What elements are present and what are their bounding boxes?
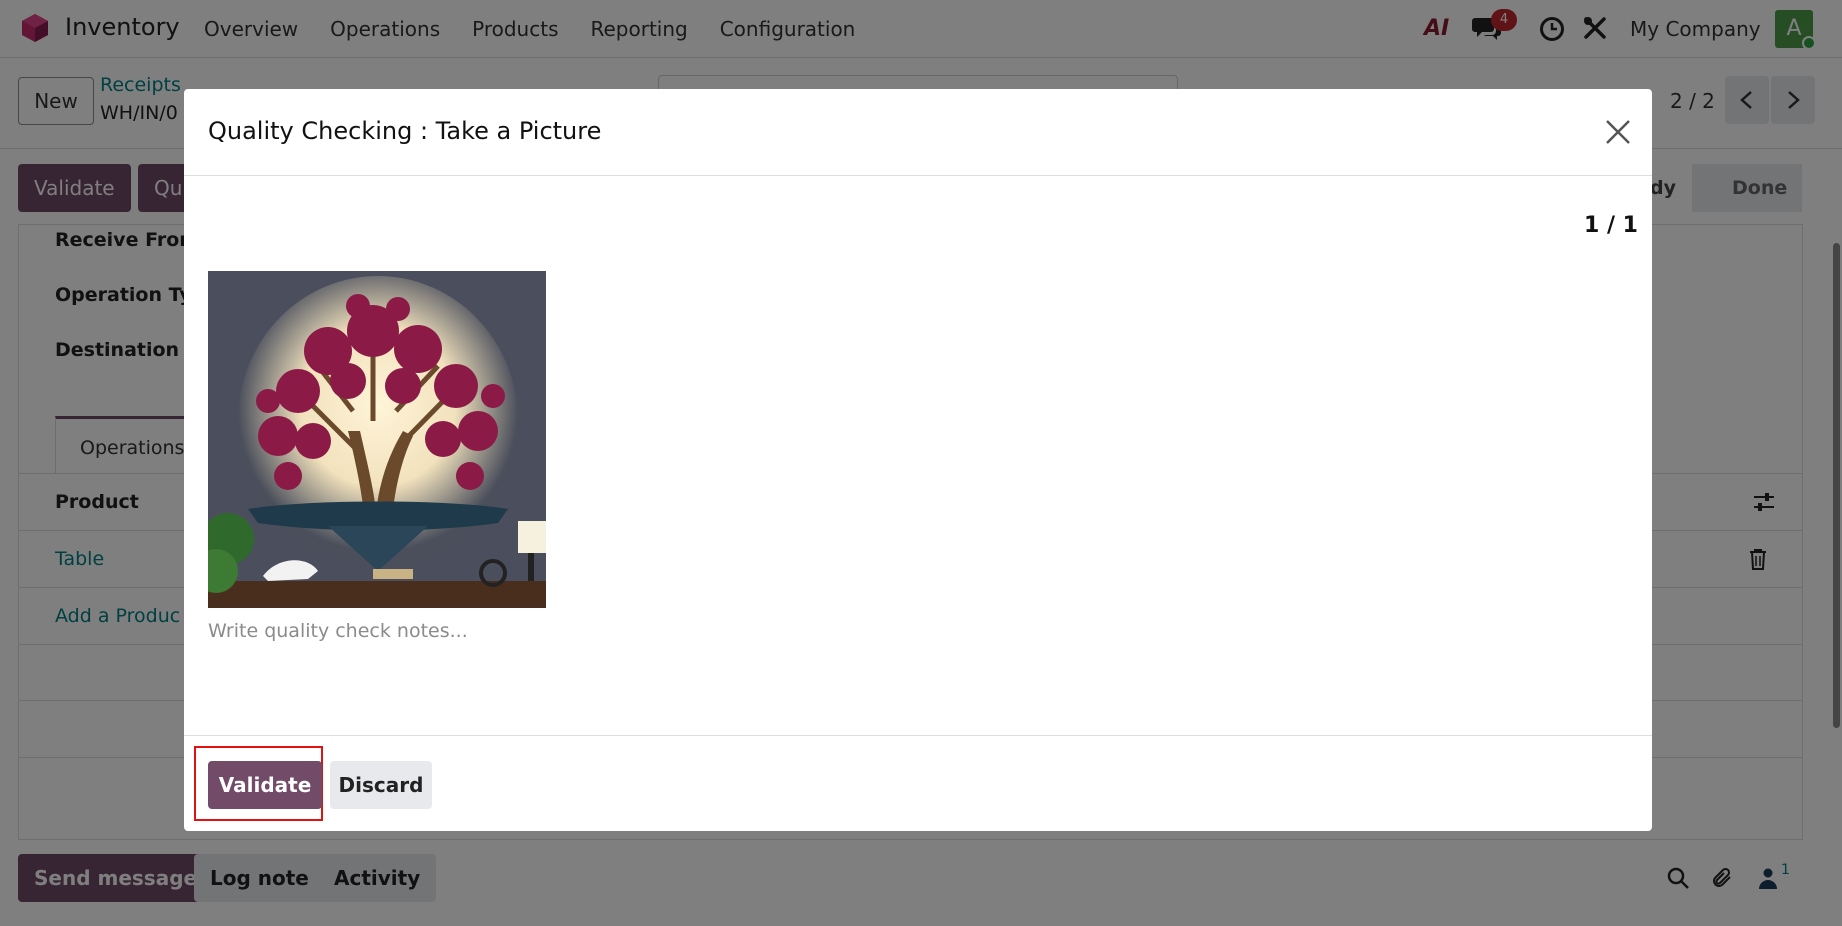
quality-check-dialog: Quality Checking : Take a Picture 1 / 1 bbox=[184, 89, 1652, 831]
dialog-footer: Validate Discard bbox=[184, 735, 1652, 831]
dialog-header: Quality Checking : Take a Picture bbox=[184, 89, 1652, 176]
dialog-title: Quality Checking : Take a Picture bbox=[208, 117, 602, 145]
discard-button[interactable]: Discard bbox=[330, 761, 432, 809]
close-icon[interactable] bbox=[1604, 118, 1632, 146]
check-counter: 1 / 1 bbox=[1584, 213, 1638, 238]
quality-notes-input[interactable] bbox=[208, 620, 1008, 642]
tree-wall-art-image bbox=[208, 271, 546, 608]
quality-check-picture[interactable] bbox=[208, 271, 546, 608]
validate-button[interactable]: Validate bbox=[208, 761, 322, 809]
